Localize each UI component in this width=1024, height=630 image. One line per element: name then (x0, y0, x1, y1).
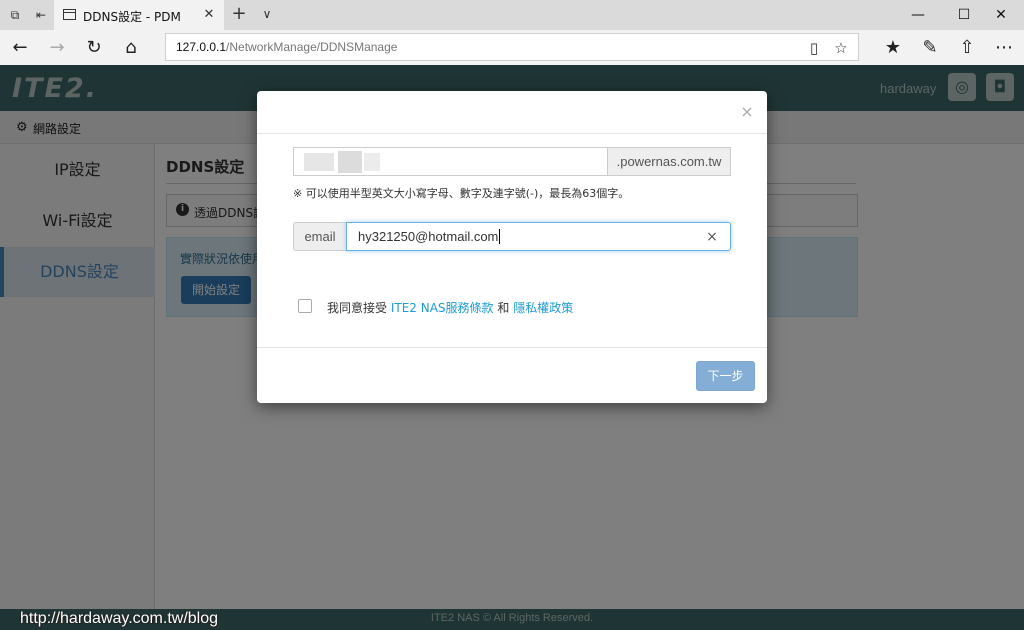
close-icon[interactable]: × (739, 103, 755, 121)
new-tab-icon[interactable]: + (229, 4, 249, 24)
ddns-modal: × .powernas.com.tw ※ 可以使用半型英文大小寫字母、數字及連字… (257, 91, 767, 403)
minimize-icon[interactable]: — (895, 0, 941, 30)
set-tabs-aside-icon[interactable]: ⇤ (32, 6, 50, 24)
refresh-icon[interactable]: ↻ (81, 35, 107, 61)
forward-icon[interactable]: → (44, 35, 70, 61)
back-icon[interactable]: ← (7, 35, 33, 61)
terms-link[interactable]: ITE2 NAS服務條款 (391, 301, 494, 315)
modal-divider-bottom (257, 347, 767, 348)
close-window-icon[interactable]: ✕ (978, 0, 1024, 30)
text-caret (499, 229, 501, 244)
blog-watermark: http://hardaway.com.tw/blog (20, 610, 219, 627)
email-label: email (293, 222, 346, 251)
clear-icon[interactable]: × (703, 227, 721, 247)
agree-checkbox[interactable] (298, 299, 312, 313)
close-tab-icon[interactable]: ✕ (200, 6, 218, 24)
address-bar[interactable]: 127.0.0.1/NetworkManage/DDNSManage ▯ ☆ (165, 33, 859, 61)
subdomain-input[interactable] (293, 147, 607, 176)
agree-text: 我同意接受 ITE2 NAS服務條款 和 隱私權政策 (327, 299, 573, 316)
browser-tab-bar: ⧉ ⇤ DDNS設定 - PDM ✕ + ∨ — ☐ ✕ (0, 0, 1024, 30)
domain-suffix: .powernas.com.tw (607, 147, 731, 176)
email-text: hy321250@hotmail.com (358, 229, 499, 244)
browser-tab[interactable]: DDNS設定 - PDM ✕ (54, 0, 224, 30)
redacted-text (364, 153, 380, 171)
more-menu-icon[interactable]: ⋯ (991, 35, 1017, 61)
url-host: 127.0.0.1 (176, 40, 227, 54)
email-field[interactable]: hy321250@hotmail.com × (346, 222, 731, 251)
favorites-hub-icon[interactable]: ★ (880, 35, 906, 61)
share-icon[interactable]: ⇧ (954, 35, 980, 61)
address-url: 127.0.0.1/NetworkManage/DDNSManage (176, 40, 397, 54)
redacted-text (338, 151, 362, 173)
url-path: /NetworkManage/DDNSManage (226, 40, 398, 54)
agree-and: 和 (497, 301, 510, 315)
page-icon (63, 9, 76, 20)
home-icon[interactable]: ⌂ (118, 35, 144, 61)
tabs-aside-icon[interactable]: ⧉ (6, 6, 24, 24)
modal-divider-top (257, 133, 767, 134)
redacted-text (304, 153, 334, 171)
browser-nav-bar: ← → ↻ ⌂ 127.0.0.1/NetworkManage/DDNSMana… (0, 30, 1024, 65)
privacy-link[interactable]: 隱私權政策 (513, 301, 573, 315)
web-note-icon[interactable]: ✎ (917, 35, 943, 61)
tab-title: DDNS設定 - PDM (83, 10, 181, 24)
next-button[interactable]: 下一步 (696, 361, 755, 391)
subdomain-hint: ※ 可以使用半型英文大小寫字母、數字及連字號(-)，最長為63個字。 (293, 187, 630, 200)
reading-view-icon[interactable]: ▯ (803, 37, 825, 59)
favorite-star-icon[interactable]: ☆ (830, 37, 852, 59)
email-value: hy321250@hotmail.com (358, 229, 501, 244)
chevron-down-icon[interactable]: ∨ (257, 4, 277, 24)
agree-prefix: 我同意接受 (327, 301, 388, 315)
